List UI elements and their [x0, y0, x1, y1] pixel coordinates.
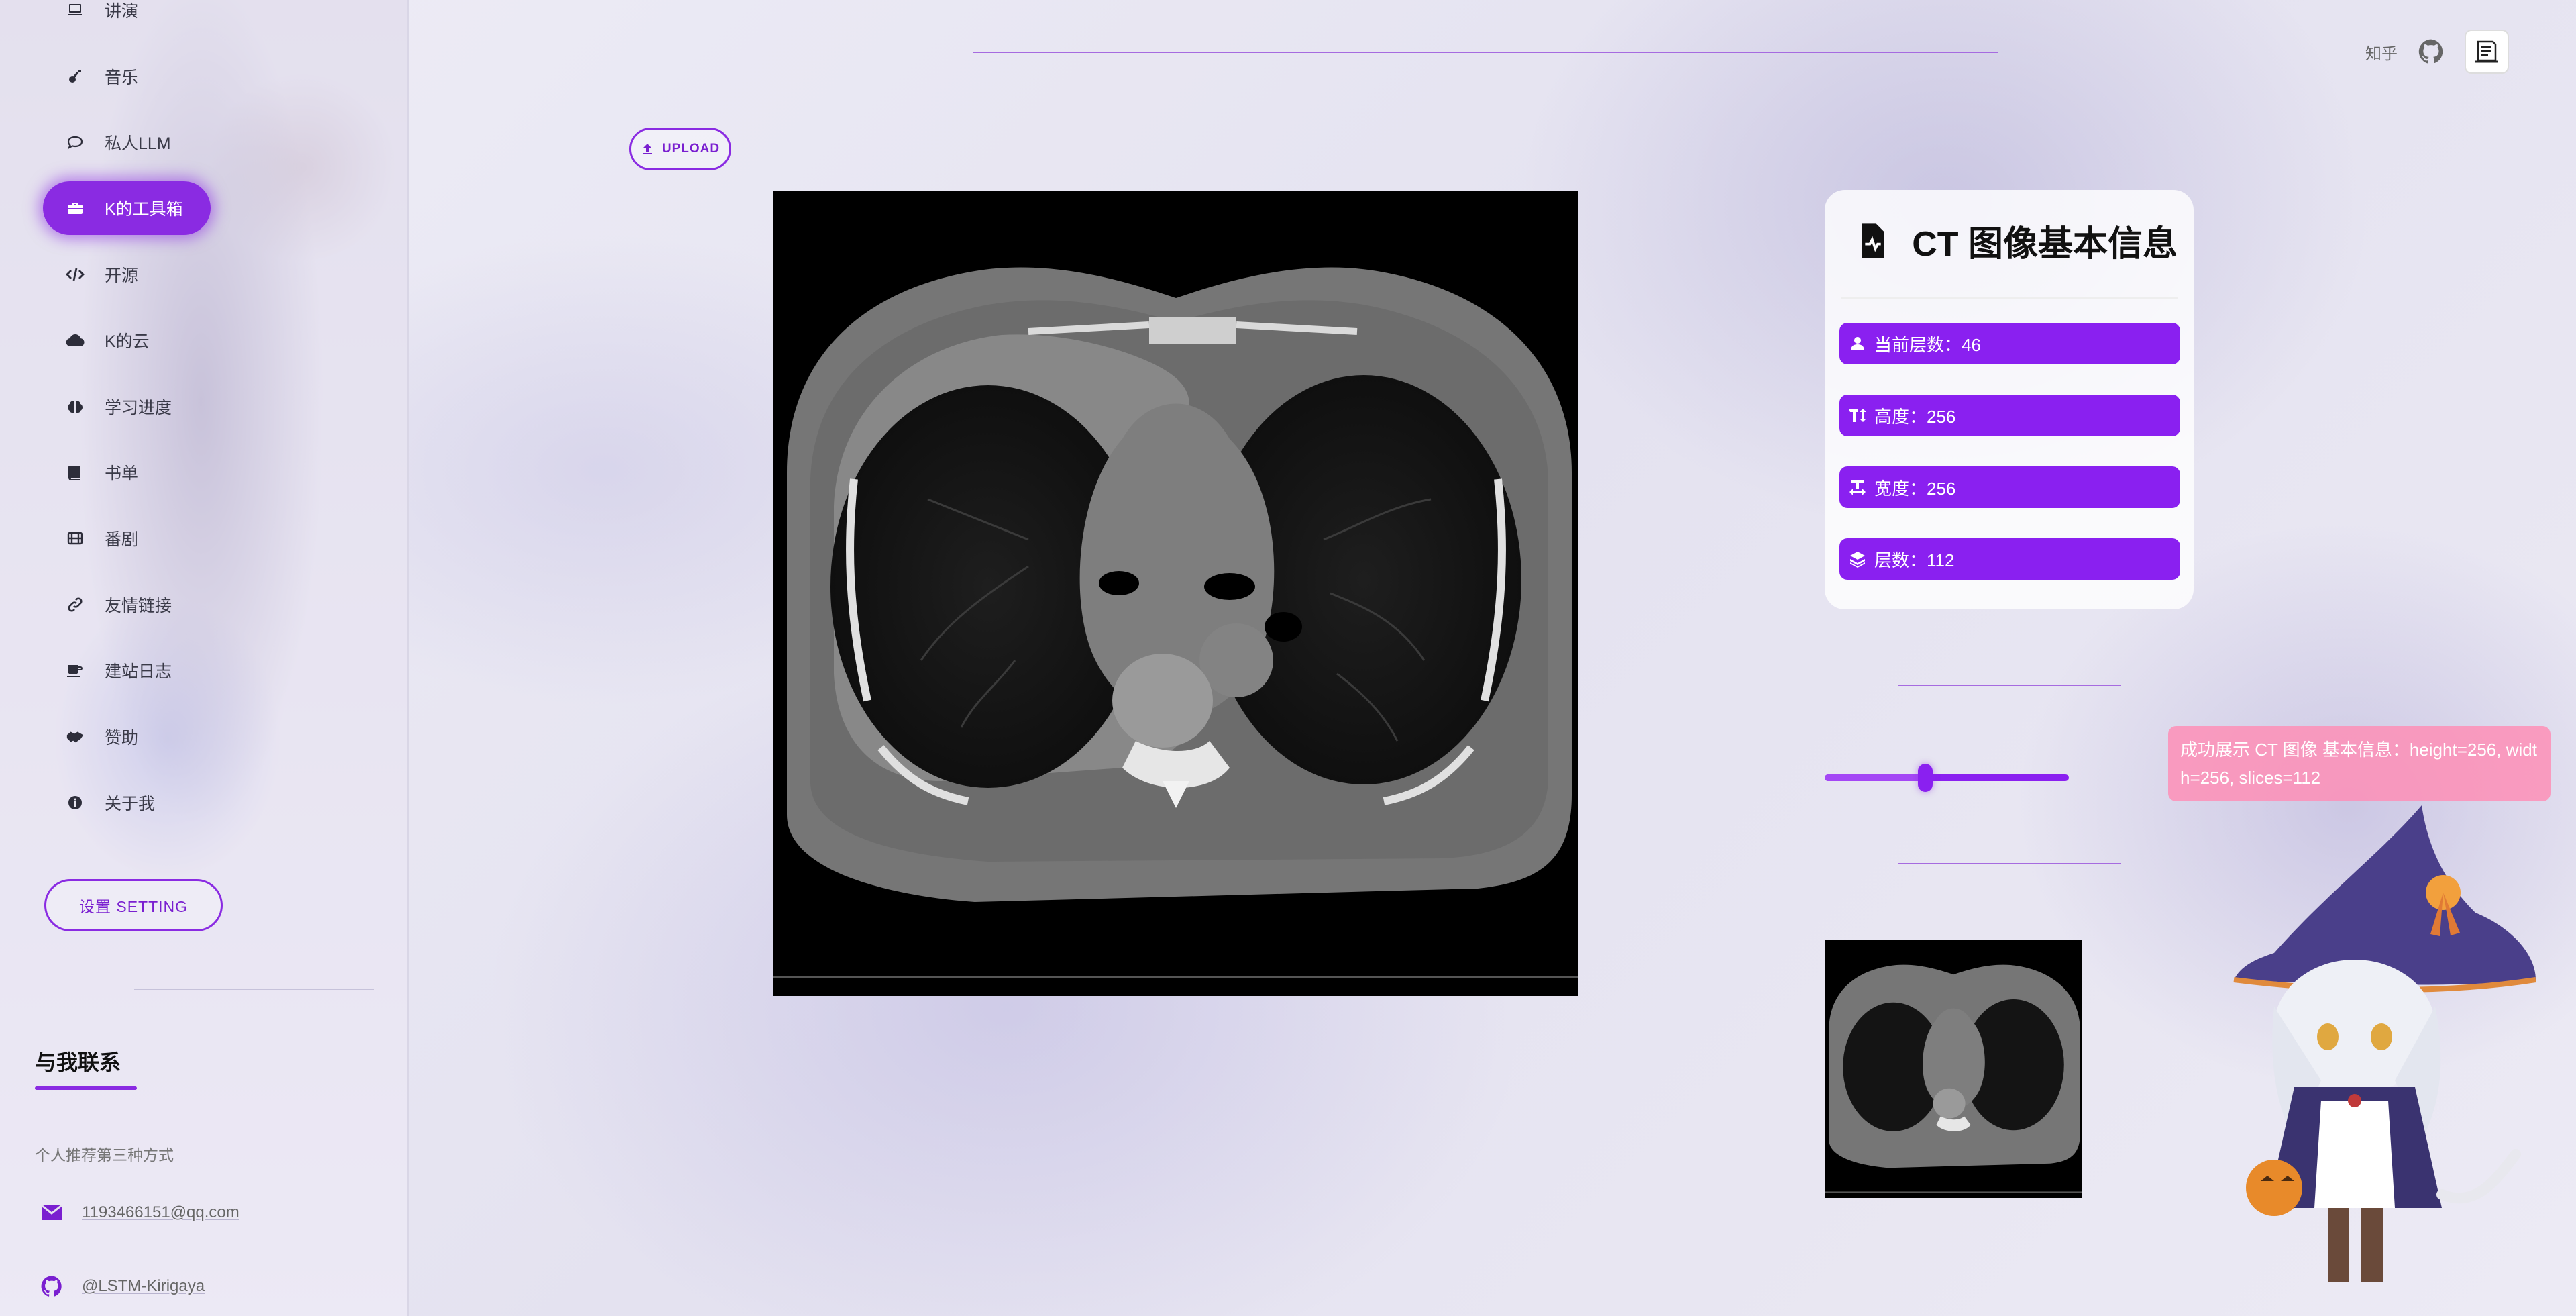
sidebar-item-llm[interactable]: 私人LLM: [43, 115, 211, 169]
ct-thumbnail[interactable]: [1825, 940, 2082, 1198]
info-card-title: CT 图像基本信息: [1854, 215, 2178, 266]
toolbox-icon: [66, 199, 85, 217]
height-pill: 高度：256: [1839, 395, 2180, 436]
sidebar-item-study[interactable]: 学习进度: [43, 380, 211, 434]
sidebar-item-label: K的工具箱: [105, 200, 183, 219]
sidebar-item-label: 建站日志: [105, 662, 172, 681]
book-icon: [66, 463, 85, 482]
sidebar-item-label: K的云: [105, 332, 150, 351]
sidebar-item-log[interactable]: 建站日志: [43, 644, 211, 697]
ct-info-card: CT 图像基本信息 当前层数：46 高度：256 宽度：256 层数：112: [1825, 190, 2194, 609]
avatar[interactable]: [2465, 30, 2509, 74]
email-link[interactable]: 1193466151@qq.com: [82, 1203, 239, 1222]
sidebar-item-lecture[interactable]: 讲演: [43, 0, 211, 37]
user-icon: [1847, 334, 1868, 354]
contact-title: 与我联系: [35, 1050, 121, 1074]
film-icon: [66, 529, 85, 548]
sidebar-item-label: 书单: [105, 464, 139, 483]
mail-icon: [39, 1200, 64, 1225]
sidebar-item-label: 学习进度: [105, 399, 172, 417]
sidebar-item-sponsor[interactable]: 赞助: [43, 710, 211, 764]
file-medical-icon: [1854, 222, 1892, 260]
header-divider: [973, 52, 1998, 53]
github-icon: [39, 1274, 64, 1299]
cloud-icon: [66, 331, 85, 350]
slider-thumb[interactable]: [1917, 764, 1933, 792]
layers-icon: [1847, 549, 1868, 569]
upload-button[interactable]: UPLOAD: [629, 128, 731, 170]
text-width-icon: [1847, 477, 1868, 497]
divider: [1898, 863, 2121, 864]
header-links: 知乎: [2365, 30, 2509, 74]
success-toast: 成功展示 CT 图像 基本信息：height=256, width=256, s…: [2168, 726, 2551, 801]
sidebar-item-label: 关于我: [105, 795, 156, 813]
github-icon[interactable]: [2418, 38, 2445, 65]
guitar-icon: [66, 67, 85, 86]
handshake-icon: [66, 727, 85, 746]
info-icon: [66, 793, 85, 812]
link-icon: [66, 595, 85, 614]
divider: [1841, 297, 2178, 299]
sidebar-item-books[interactable]: 书单: [43, 446, 211, 499]
presentation-icon: [66, 1, 85, 19]
ct-slice-image: [773, 191, 1578, 996]
sidebar-item-about[interactable]: 关于我: [43, 776, 211, 829]
divider: [134, 989, 374, 990]
sidebar-item-anime[interactable]: 番剧: [43, 511, 211, 565]
contact-email[interactable]: 1193466151@qq.com: [39, 1200, 239, 1225]
sidebar-item-label: 讲演: [105, 2, 139, 21]
contact-github[interactable]: @LSTM-Kirigaya: [39, 1274, 205, 1299]
github-link[interactable]: @LSTM-Kirigaya: [82, 1277, 205, 1296]
width-pill: 宽度：256: [1839, 466, 2180, 508]
slice-slider[interactable]: [1825, 764, 2069, 792]
zhihu-link[interactable]: 知乎: [2365, 40, 2398, 64]
sidebar-item-links[interactable]: 友情链接: [43, 578, 211, 631]
chat-icon: [66, 133, 85, 152]
sidebar-item-label: 赞助: [105, 729, 139, 748]
code-icon: [66, 265, 85, 284]
sidebar: 讲演 音乐 私人LLM K的工具箱 开源 K的云 学习进度 书单 番剧 友情链接…: [0, 0, 409, 1316]
coffee-icon: [66, 661, 85, 680]
text-height-icon: [1847, 405, 1868, 425]
sidebar-item-cloud[interactable]: K的云: [43, 313, 211, 367]
slices-pill: 层数：112: [1839, 538, 2180, 580]
sidebar-item-opensource[interactable]: 开源: [43, 248, 211, 301]
contact-subtitle: 个人推荐第三种方式: [35, 1146, 174, 1164]
sidebar-item-label: 私人LLM: [105, 134, 171, 153]
sidebar-item-label: 开源: [105, 266, 139, 285]
sidebar-item-label: 音乐: [105, 68, 139, 87]
sidebar-item-label: 友情链接: [105, 597, 172, 615]
contact-title-underline: [35, 1086, 137, 1090]
divider: [1898, 685, 2121, 686]
upload-label: UPLOAD: [661, 142, 720, 156]
sidebar-item-label: 番剧: [105, 530, 139, 549]
current-slice-pill: 当前层数：46: [1839, 323, 2180, 364]
slider-fill: [1825, 774, 1925, 781]
sidebar-item-music[interactable]: 音乐: [43, 50, 211, 103]
sidebar-item-toolbox[interactable]: K的工具箱: [43, 181, 211, 235]
brain-icon: [66, 397, 85, 416]
info-title-text: CT 图像基本信息: [1912, 225, 2178, 264]
mascot-character-image: [2194, 792, 2542, 1295]
settings-button[interactable]: 设置 SETTING: [44, 879, 223, 931]
upload-icon: [642, 144, 652, 154]
